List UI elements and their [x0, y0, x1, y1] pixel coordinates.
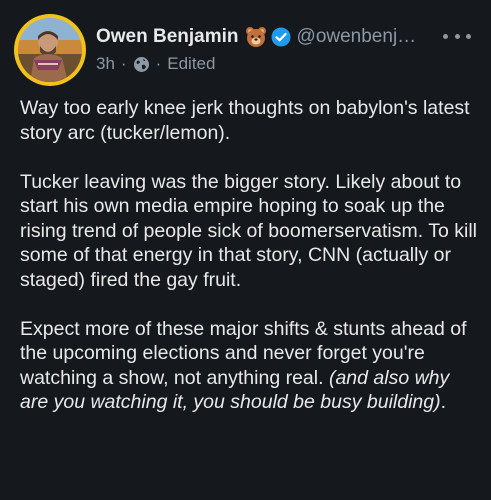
edited-label[interactable]: Edited	[167, 54, 215, 74]
post-meta: 3h · · Edited	[96, 54, 481, 74]
timestamp[interactable]: 3h	[96, 54, 115, 74]
post-paragraph-1: Way too early knee jerk thoughts on baby…	[20, 97, 470, 144]
post-paragraph-3: Expect more of these major shifts & stun…	[20, 317, 480, 415]
bear-face-icon	[245, 26, 267, 48]
author-handle[interactable]: @owenbenj…	[297, 26, 417, 48]
more-options-icon[interactable]	[443, 26, 471, 46]
avatar-photo	[18, 18, 82, 82]
author-row: Owen Benjamin @owenbenj…	[96, 22, 481, 52]
meta-separator: ·	[120, 54, 127, 73]
verified-badge-icon	[271, 27, 291, 47]
meta-separator-2: ·	[155, 54, 162, 73]
globe-icon	[133, 56, 150, 73]
post-paragraph-2: Tucker leaving was the bigger story. Lik…	[20, 170, 478, 291]
author-name[interactable]: Owen Benjamin	[96, 26, 239, 48]
post-card: Owen Benjamin @owenbenj… 3h · · Edited W…	[0, 0, 491, 500]
post-final-period: .	[440, 391, 447, 413]
post-header: Owen Benjamin @owenbenj… 3h · · Edited	[96, 22, 481, 82]
post-body: Way too early knee jerk thoughts on baby…	[20, 96, 480, 415]
avatar[interactable]	[14, 14, 86, 86]
